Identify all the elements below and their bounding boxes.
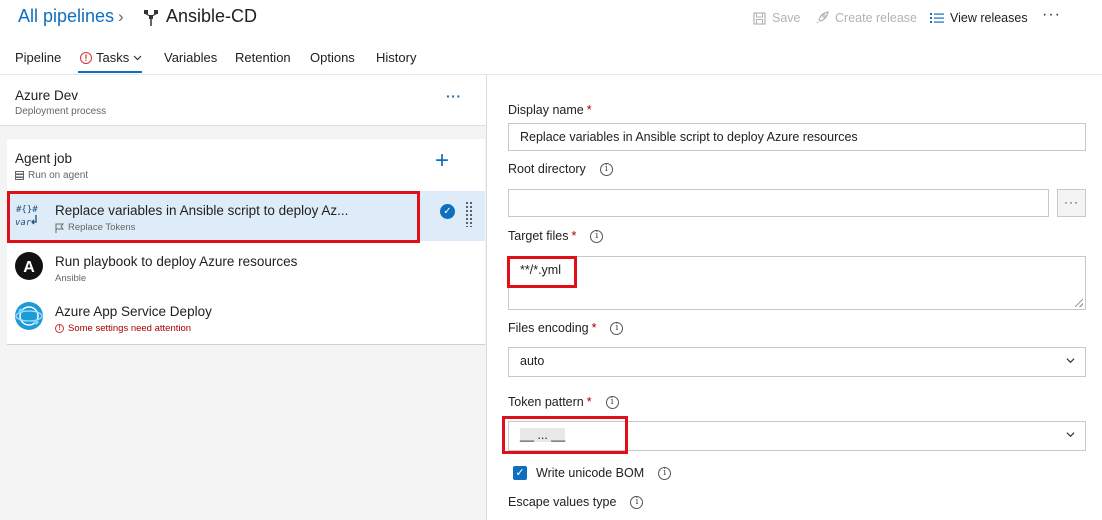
drag-handle-icon[interactable] (465, 201, 473, 227)
write-unicode-bom-label-text: Write unicode BOM (536, 466, 645, 480)
release-pipeline-icon (144, 10, 158, 26)
browse-button[interactable]: ··· (1057, 189, 1086, 217)
files-encoding-select[interactable]: auto (508, 347, 1086, 377)
task-subtitle: ! Some settings need attention (55, 323, 191, 334)
agent-job[interactable]: Agent job Run on agent + (7, 139, 485, 191)
display-name-label-text: Display name (508, 103, 584, 117)
highlight-box (7, 191, 420, 243)
task-item-azure-app-service[interactable]: Azure App Service Deploy ! Some settings… (7, 292, 485, 342)
info-icon[interactable]: i (610, 321, 624, 335)
ansible-icon-letter: A (23, 259, 35, 276)
root-directory-label-text: Root directory (508, 162, 586, 176)
more-actions-button[interactable]: ··· (1042, 6, 1061, 24)
highlight-box (507, 256, 577, 288)
root-directory-label: Root directory i (508, 162, 613, 176)
info-icon[interactable]: i (599, 162, 613, 176)
required-marker: * (586, 103, 592, 117)
display-name-input[interactable]: Replace variables in Ansible script to d… (508, 123, 1086, 151)
tab-retention[interactable]: Retention (235, 50, 291, 65)
check-circle-icon: ✓ (440, 204, 455, 219)
target-files-label: Target files * i (508, 229, 604, 243)
required-marker: * (591, 321, 597, 335)
root-directory-input[interactable] (508, 189, 1049, 217)
files-encoding-value: auto (520, 354, 545, 368)
token-pattern-label-text: Token pattern (508, 395, 584, 409)
task-name: Run playbook to deploy Azure resources (55, 254, 298, 269)
save-button[interactable]: Save (753, 11, 801, 25)
view-releases-button[interactable]: View releases (930, 11, 1028, 25)
ansible-icon: A (15, 252, 43, 280)
escape-values-type-label: Escape values type i (508, 495, 644, 509)
pipeline-title: Ansible-CD (166, 6, 258, 26)
info-icon[interactable]: i (630, 495, 644, 509)
task-list-panel: Azure Dev Deployment process ··· Agent j… (0, 75, 486, 520)
task-subtitle-text: Some settings need attention (68, 323, 192, 334)
escape-values-type-label-text: Escape values type (508, 495, 617, 509)
view-releases-label: View releases (950, 11, 1028, 25)
chevron-down-icon (1066, 358, 1075, 364)
save-label: Save (772, 11, 801, 25)
resize-handle-icon[interactable] (1075, 299, 1083, 307)
token-pattern-label: Token pattern * i (508, 395, 619, 409)
tab-options[interactable]: Options (310, 50, 355, 65)
tab-pipeline[interactable]: Pipeline (15, 50, 61, 65)
target-files-label-text: Target files (508, 229, 569, 243)
task-subtitle: Ansible (55, 273, 87, 284)
task-name: Azure App Service Deploy (55, 304, 212, 319)
stage-more-button[interactable]: ··· (446, 88, 462, 104)
tab-bar: Pipeline ! Tasks Variables Retention Opt… (0, 42, 1102, 74)
chevron-down-icon (1066, 432, 1075, 438)
save-icon (753, 11, 766, 25)
required-marker: * (586, 395, 592, 409)
chevron-right-icon: › (118, 7, 124, 26)
highlight-box (502, 416, 628, 454)
selected-tab-indicator (78, 71, 142, 73)
required-marker: * (571, 229, 577, 243)
target-files-textarea[interactable]: **/*.yml (508, 256, 1086, 310)
tab-variables[interactable]: Variables (164, 50, 217, 65)
task-properties-panel: Display name * Replace variables in Ansib… (487, 75, 1102, 520)
tab-tasks[interactable]: ! Tasks (80, 50, 142, 65)
server-icon (15, 171, 24, 180)
info-icon[interactable]: i (605, 395, 619, 409)
rocket-icon (816, 11, 829, 24)
create-release-button[interactable]: Create release (815, 11, 917, 25)
stage-header[interactable]: Azure Dev Deployment process ··· (0, 75, 486, 126)
agent-job-name: Agent job (15, 151, 73, 166)
stage-subtitle: Deployment process (15, 106, 107, 117)
azure-app-service-icon (15, 302, 43, 330)
add-task-button[interactable]: + (435, 149, 449, 173)
agent-job-subtitle: Run on agent (15, 170, 88, 181)
create-release-label: Create release (835, 11, 917, 25)
chevron-down-icon (133, 55, 142, 60)
warning-icon: ! (55, 324, 64, 333)
warning-icon: ! (80, 51, 92, 64)
files-encoding-label: Files encoding * i (508, 321, 624, 335)
info-icon[interactable]: i (590, 229, 604, 243)
write-unicode-bom-label: Write unicode BOM i (536, 466, 672, 480)
write-unicode-bom-checkbox[interactable]: ✓ (513, 466, 527, 480)
tab-tasks-label: Tasks (96, 50, 130, 65)
task-item-ansible[interactable]: A Run playbook to deploy Azure resources… (7, 242, 485, 292)
agent-job-subtitle-text: Run on agent (28, 170, 89, 181)
list-icon (930, 13, 944, 23)
breadcrumb-all-pipelines[interactable]: All pipelines (18, 6, 114, 27)
display-name-label: Display name * (508, 103, 592, 117)
info-icon[interactable]: i (658, 466, 672, 480)
stage-name: Azure Dev (15, 88, 79, 103)
tab-history[interactable]: History (376, 50, 416, 65)
files-encoding-label-text: Files encoding (508, 321, 589, 335)
header: All pipelines › Ansible-CD Save Create r… (0, 0, 1102, 38)
